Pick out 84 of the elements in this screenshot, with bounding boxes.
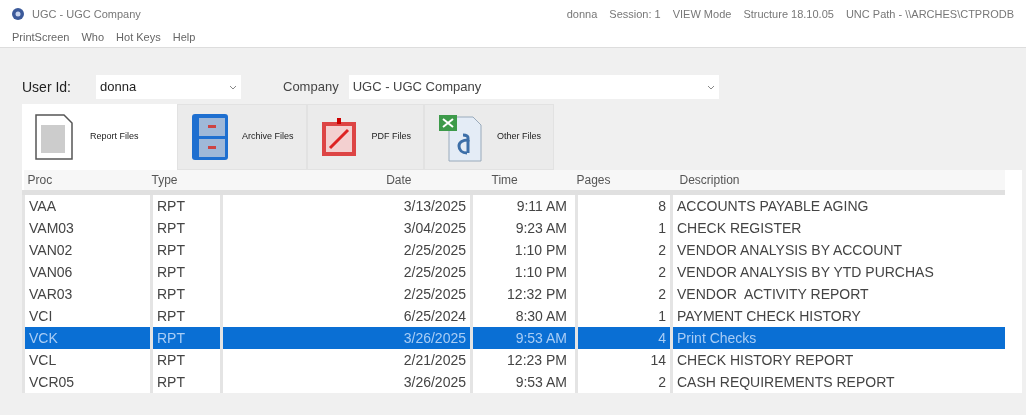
company-dropdown[interactable]: UGC - UGC Company bbox=[348, 75, 719, 99]
table-cell: 8 bbox=[576, 192, 672, 217]
table-cell: VCL bbox=[23, 348, 152, 371]
status-text: Session: 1 bbox=[609, 6, 661, 22]
status-text: Structure 18.10.05 bbox=[743, 6, 834, 22]
table-cell: VAM03 bbox=[23, 216, 152, 239]
tab[interactable]: Other Files bbox=[424, 104, 555, 170]
table-cell: 9:11 AM bbox=[471, 192, 577, 217]
table-cell: RPT bbox=[151, 216, 222, 239]
table-cell: Print Checks bbox=[671, 326, 1005, 349]
column-header[interactable]: Type bbox=[151, 170, 222, 192]
table-row[interactable]: VAN06 RPT 2/25/2025 1:10 PM 2 VENDOR ANALYSIS BY YTD PURCHAS bbox=[23, 260, 1005, 283]
table-cell: 2 bbox=[576, 260, 672, 283]
status-text: donna bbox=[566, 6, 598, 22]
table-cell: 2 bbox=[576, 370, 672, 393]
table-cell: 3/26/2025 bbox=[221, 370, 472, 393]
column-header[interactable]: Time bbox=[471, 170, 577, 192]
table-cell: 1:10 PM bbox=[471, 238, 577, 261]
column-header[interactable]: Description bbox=[671, 170, 1005, 192]
table-cell: VCK bbox=[23, 326, 152, 349]
table-cell: VENDOR ANALYSIS BY YTD PURCHAS bbox=[671, 260, 1005, 283]
table-cell: 1:10 PM bbox=[471, 260, 577, 283]
table-cell: RPT bbox=[151, 192, 222, 217]
chevron-icon bbox=[229, 84, 237, 90]
table-row[interactable]: VCL RPT 2/21/2025 12:23 PM 14 CHECK HISTORY REPORT bbox=[23, 348, 1005, 371]
chevron-icon bbox=[706, 84, 715, 90]
table-cell: 2/21/2025 bbox=[221, 348, 472, 371]
table-cell: CHECK HISTORY REPORT bbox=[671, 348, 1005, 371]
table-cell: 14 bbox=[576, 348, 672, 371]
table-cell: RPT bbox=[151, 282, 222, 305]
column-header[interactable]: Pages bbox=[576, 170, 672, 192]
table-cell: 9:53 AM bbox=[471, 326, 577, 349]
table-cell: 2/25/2025 bbox=[221, 282, 472, 305]
table-cell: 4 bbox=[576, 326, 672, 349]
table-cell: 3/13/2025 bbox=[221, 192, 472, 217]
menu-item[interactable]: Who bbox=[81, 29, 105, 46]
table-cell: 2 bbox=[576, 282, 672, 305]
field-label: User Id: bbox=[22, 77, 72, 97]
table-cell: 2/25/2025 bbox=[221, 260, 472, 283]
column-header[interactable]: Date bbox=[221, 170, 472, 192]
table-cell: 12:23 PM bbox=[471, 348, 577, 371]
table-cell: 12:32 PM bbox=[471, 282, 577, 305]
user-id-dropdown[interactable]: donna bbox=[96, 75, 241, 99]
table-cell: VENDOR ANALYSIS BY ACCOUNT bbox=[671, 238, 1005, 261]
tab[interactable]: PDF Files bbox=[306, 104, 425, 170]
table-cell: 9:53 AM bbox=[471, 370, 577, 393]
table-cell: VAN06 bbox=[23, 260, 152, 283]
table-cell: RPT bbox=[151, 326, 222, 349]
tab[interactable]: Archive Files bbox=[177, 104, 307, 170]
table-cell: RPT bbox=[151, 260, 222, 283]
table-row[interactable]: VAR03 RPT 2/25/2025 12:32 PM 2 VENDOR ACTIVITY REPORT bbox=[23, 282, 1005, 305]
table-row[interactable]: VCR05 RPT 3/26/2025 9:53 AM 2 CASH REQUIREMENTS REPORT bbox=[23, 370, 1005, 393]
table-cell: 3/26/2025 bbox=[221, 326, 472, 349]
table-row[interactable]: VAM03 RPT 3/04/2025 9:23 AM 1 CHECK REGISTER bbox=[23, 216, 1005, 239]
table-cell: VAN02 bbox=[23, 238, 152, 261]
table-cell: ACCOUNTS PAYABLE AGING bbox=[671, 192, 1005, 217]
table-cell: 9:23 AM bbox=[471, 216, 577, 239]
table-cell: 1 bbox=[576, 216, 672, 239]
table-row[interactable]: VAA RPT 3/13/2025 9:11 AM 8 ACCOUNTS PAYABLE AGING bbox=[23, 192, 1005, 217]
table-cell: 3/04/2025 bbox=[221, 216, 472, 239]
app-icon bbox=[12, 8, 24, 20]
table-cell: RPT bbox=[151, 370, 222, 393]
tab[interactable]: Report Files bbox=[22, 104, 177, 170]
column-header[interactable]: Proc bbox=[23, 170, 152, 192]
table-cell: 2/25/2025 bbox=[221, 238, 472, 261]
table-cell: VENDOR ACTIVITY REPORT bbox=[671, 282, 1005, 305]
table-cell: RPT bbox=[151, 238, 222, 261]
document-icon bbox=[34, 113, 74, 161]
table-cell: CASH REQUIREMENTS REPORT bbox=[671, 370, 1005, 393]
table-cell: VAR03 bbox=[23, 282, 152, 305]
status-text: UNC Path - \\ARCHES\CTPRODB bbox=[845, 6, 1014, 22]
table-cell: VAA bbox=[23, 192, 152, 217]
menu-item[interactable]: Hot Keys bbox=[116, 29, 161, 46]
window-title: UGC - UGC Company bbox=[32, 6, 141, 22]
table-cell: 2 bbox=[576, 238, 672, 261]
table-cell: CHECK REGISTER bbox=[671, 216, 1005, 239]
table-cell: VCR05 bbox=[23, 370, 152, 393]
status-text: VIEW Mode bbox=[672, 6, 732, 22]
field-label: Company bbox=[283, 78, 339, 97]
file-cabinet-icon bbox=[190, 112, 230, 162]
table-cell: RPT bbox=[151, 348, 222, 371]
menu-item[interactable]: Help bbox=[172, 29, 196, 46]
menu-item[interactable]: PrintScreen bbox=[12, 29, 70, 46]
table-row[interactable]: VAN02 RPT 2/25/2025 1:10 PM 2 VENDOR ANALYSIS BY ACCOUNT bbox=[23, 238, 1005, 261]
